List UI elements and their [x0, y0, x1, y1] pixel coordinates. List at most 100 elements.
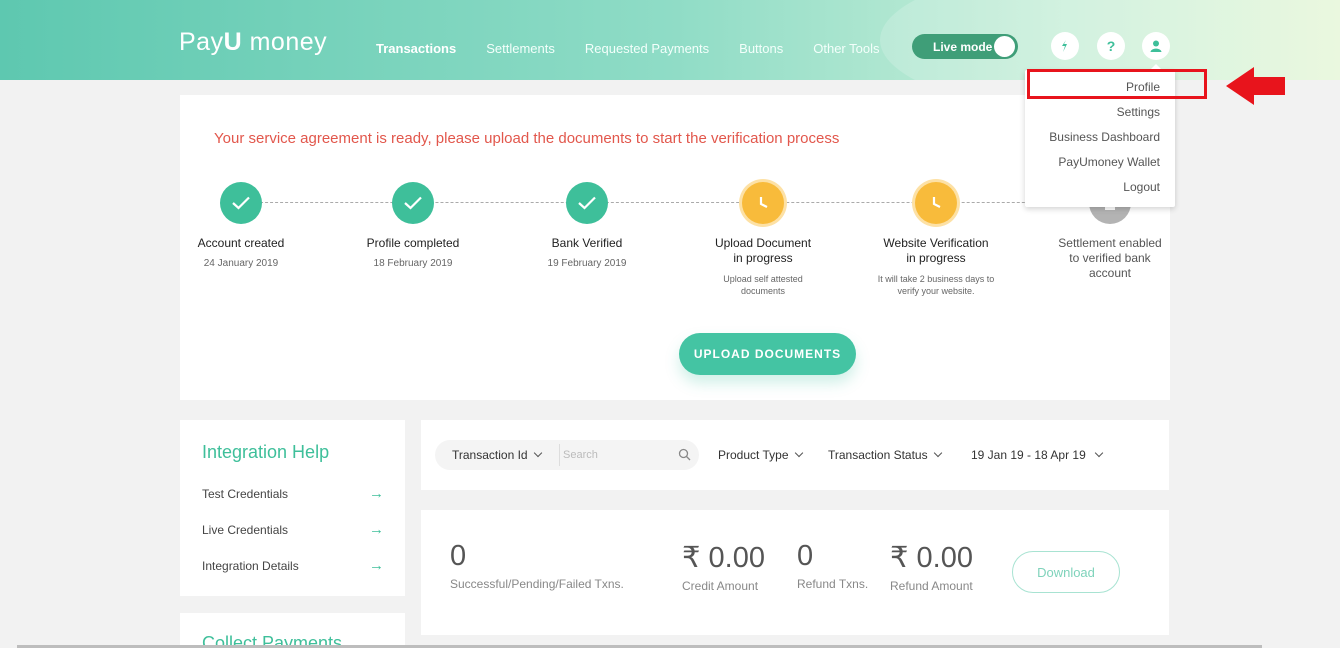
clock-icon [742, 182, 784, 224]
chevron-down-icon [533, 448, 542, 458]
nav-other-tools[interactable]: Other Tools [813, 41, 879, 56]
step-website-verification: Website Verification in progress It will… [856, 182, 1016, 297]
step-title: Settlement enabled to verified bank acco… [1030, 236, 1190, 281]
stat-value: 0 [797, 540, 814, 572]
menu-item-wallet[interactable]: PayUmoney Wallet [1058, 155, 1160, 169]
logo-text-pay: Pay [179, 28, 224, 56]
stat-credit-amount: ₹ 0.00 Credit Amount [682, 540, 765, 593]
chevron-down-icon [794, 448, 803, 458]
step-title: Account created [197, 236, 285, 250]
top-header: PayU money Transactions Settlements Requ… [0, 0, 1340, 80]
stat-label: Refund Txns. [797, 577, 869, 591]
red-arrow-annotation-icon [1226, 67, 1285, 105]
check-icon [566, 182, 608, 224]
payumoney-logo[interactable]: PayU money [179, 28, 327, 57]
nav-transactions[interactable]: Transactions [376, 41, 456, 56]
download-button[interactable]: Download [1012, 551, 1120, 593]
stat-refund-amount: ₹ 0.00 Refund Amount [890, 540, 973, 593]
link-label: Integration Details [202, 558, 299, 573]
divider [559, 444, 560, 466]
toggle-knob [994, 36, 1015, 57]
agreement-message: Your service agreement is ready, please … [214, 130, 840, 147]
stat-label: Credit Amount [682, 579, 759, 593]
step-note-line2: documents [740, 286, 786, 296]
clock-icon [915, 182, 957, 224]
arrow-right-icon: → [369, 557, 384, 574]
menu-item-logout[interactable]: Logout [1123, 180, 1160, 194]
dropdown-label: Transaction Status [828, 448, 928, 462]
integration-help-title: Integration Help [202, 442, 330, 462]
check-icon [392, 182, 434, 224]
nav-requested-payments[interactable]: Requested Payments [585, 41, 709, 56]
stat-txn-count: 0 Successful/Pending/Failed Txns. [450, 540, 624, 591]
verification-card: Your service agreement is ready, please … [180, 95, 1170, 400]
step-title: Bank Verified [551, 236, 623, 250]
step-note-line1: It will take 2 business days to [877, 274, 995, 284]
stat-value: 0 [450, 540, 467, 572]
transaction-status-dropdown[interactable]: Transaction Status [828, 448, 942, 462]
menu-item-settings[interactable]: Settings [1117, 105, 1160, 119]
step-note: It will take 2 business days to verify y… [856, 273, 1016, 297]
live-mode-label: Live mode [933, 39, 993, 54]
link-live-credentials[interactable]: Live Credentials → [202, 521, 384, 538]
dropdown-label: 19 Jan 19 - 18 Apr 19 [971, 448, 1086, 462]
link-label: Live Credentials [202, 522, 289, 537]
step-account-created: Account created 24 January 2019 [161, 182, 321, 270]
stat-refund-txns: 0 Refund Txns. [797, 540, 868, 591]
main-nav: Transactions Settlements Requested Payme… [376, 41, 880, 56]
search-input[interactable] [563, 445, 673, 465]
arrow-right-icon: → [369, 485, 384, 502]
step-date: 24 January 2019 [203, 258, 279, 269]
arrow-right-icon: → [369, 521, 384, 538]
dropdown-label: Product Type [718, 448, 789, 462]
step-title-line2: in progress [733, 251, 793, 265]
product-type-dropdown[interactable]: Product Type [718, 448, 803, 462]
svg-text:?: ? [1107, 38, 1116, 54]
stat-value: ₹ 0.00 [682, 542, 765, 574]
plug-icon[interactable] [1051, 32, 1079, 60]
select-label: Transaction Id [452, 448, 528, 462]
step-title-line1: Upload Document [714, 236, 812, 250]
link-label: Test Credentials [202, 486, 289, 501]
date-range-dropdown[interactable]: 19 Jan 19 - 18 Apr 19 [971, 448, 1103, 462]
search-icon[interactable] [678, 448, 691, 461]
check-icon [220, 182, 262, 224]
chevron-down-icon [933, 448, 942, 458]
nav-buttons[interactable]: Buttons [739, 41, 783, 56]
stat-label: Successful/Pending/Failed Txns. [450, 577, 624, 591]
step-note-line2: verify your website. [897, 286, 975, 296]
menu-item-business-dashboard[interactable]: Business Dashboard [1049, 130, 1160, 144]
step-date: 19 February 2019 [547, 258, 627, 269]
step-title-line1: Settlement enabled [1058, 236, 1162, 250]
transaction-search-group: Transaction Id [435, 440, 699, 470]
chevron-down-icon [1094, 448, 1103, 458]
profile-highlight-annotation [1027, 69, 1207, 99]
integration-help-card: Integration Help Test Credentials → Live… [180, 420, 405, 596]
step-profile-completed: Profile completed 18 February 2019 [333, 182, 493, 270]
step-title-line1: Website Verification [883, 236, 989, 250]
step-title-line2: in progress [906, 251, 966, 265]
help-icon[interactable]: ? [1097, 32, 1125, 60]
transaction-filter-bar: Transaction Id Product Type Transaction … [421, 420, 1169, 490]
logo-text-u: U [223, 28, 243, 56]
transaction-id-select[interactable]: Transaction Id [452, 448, 542, 462]
step-title-line2: to verified bank [1069, 251, 1151, 265]
step-date: 18 February 2019 [373, 258, 453, 269]
transaction-summary-card: 0 Successful/Pending/Failed Txns. ₹ 0.00… [421, 510, 1169, 635]
stat-value: ₹ 0.00 [890, 542, 973, 574]
step-title: Upload Document in progress [683, 236, 843, 266]
step-bank-verified: Bank Verified 19 February 2019 [507, 182, 667, 270]
step-title: Website Verification in progress [856, 236, 1016, 266]
step-title-line3: account [1088, 266, 1132, 280]
collect-payments-card: Collect Payments [180, 613, 405, 648]
stat-label: Refund Amount [890, 579, 973, 593]
logo-text-money: money [242, 28, 328, 56]
step-note: Upload self attested documents [683, 273, 843, 297]
link-test-credentials[interactable]: Test Credentials → [202, 485, 384, 502]
user-icon[interactable] [1142, 32, 1170, 60]
link-integration-details[interactable]: Integration Details → [202, 557, 384, 574]
step-note-line1: Upload self attested [723, 274, 803, 284]
live-mode-toggle[interactable]: Live mode [912, 34, 1018, 59]
upload-documents-button[interactable]: UPLOAD DOCUMENTS [679, 333, 856, 375]
nav-settlements[interactable]: Settlements [486, 41, 555, 56]
